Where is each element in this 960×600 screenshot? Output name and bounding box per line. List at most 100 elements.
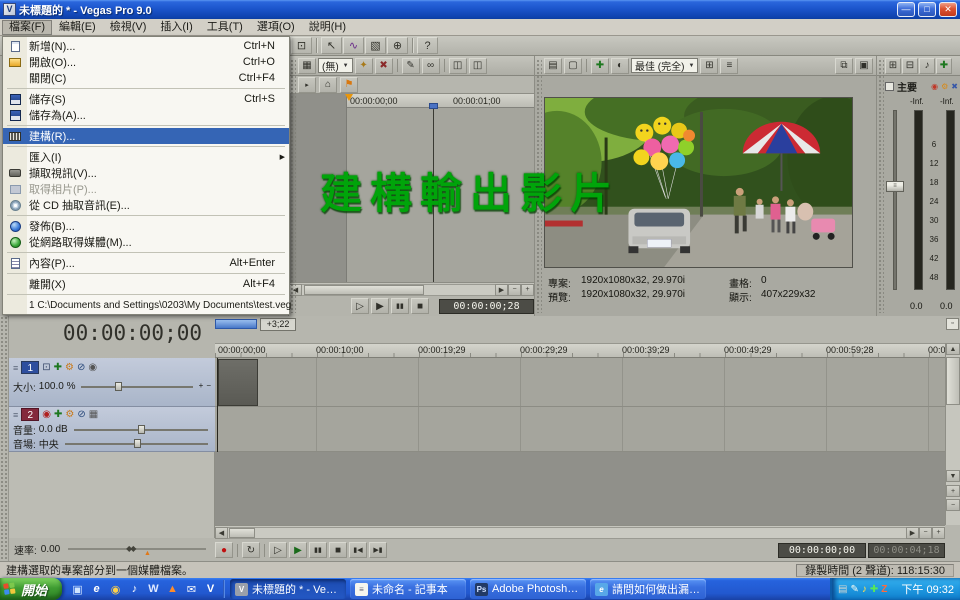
menu-item-import[interactable]: 匯入(I) ▶ [3, 149, 289, 165]
tray-volume-icon[interactable]: ♪ [862, 584, 867, 595]
menu-view[interactable]: 檢視(V) [103, 20, 154, 35]
zoom-out-icon[interactable]: − [206, 380, 211, 392]
taskbar-window-browser[interactable]: e 請問如何做出漏格... [590, 579, 706, 599]
menu-item-capture-video[interactable]: 擷取視訊(V)... [3, 165, 289, 181]
track-drag-handle[interactable]: ≡ [13, 410, 18, 420]
cursor-position-timecode[interactable]: 00:00:00;00 [778, 543, 866, 558]
insert-fx-icon[interactable]: ⊟ [902, 58, 918, 74]
external-monitor-icon[interactable]: ▢ [564, 58, 582, 74]
track-1-number[interactable]: 1 [21, 361, 39, 374]
trimmer-playhead-handle[interactable] [429, 103, 438, 109]
stop-button[interactable]: ■ [329, 542, 347, 558]
scrollbar-thumb[interactable] [946, 357, 960, 405]
taskbar-window-vegas[interactable]: V 未標題的 * - Vegas P... [230, 579, 346, 599]
menu-file[interactable]: 檔案(F) [2, 20, 52, 35]
menu-item-new[interactable]: 新增(N)... Ctrl+N [3, 38, 289, 54]
volume-slider[interactable] [74, 425, 208, 434]
minimize-button[interactable]: — [897, 2, 915, 17]
split-screen-icon[interactable]: ◐ [611, 58, 629, 74]
track-2-number[interactable]: 2 [21, 408, 39, 421]
menu-item-open[interactable]: 開啟(O)... Ctrl+O [3, 54, 289, 70]
menu-tools[interactable]: 工具(T) [200, 20, 250, 35]
menu-item-get-photo[interactable]: 取得相片(P)... [3, 181, 289, 197]
pan-value[interactable]: 中央 [39, 436, 59, 451]
stop-button[interactable]: ■ [411, 298, 429, 314]
menu-insert[interactable]: 插入(I) [153, 20, 199, 35]
menu-edit[interactable]: 編輯(E) [52, 20, 103, 35]
track-drag-handle[interactable]: ≡ [13, 363, 18, 373]
scroll-right-icon[interactable]: ▶ [495, 284, 508, 296]
rate-slider[interactable]: ◆◆ ▲ [68, 543, 206, 555]
master-fader-handle[interactable]: ≡ [886, 181, 904, 192]
internet-explorer-icon[interactable]: e [88, 581, 105, 598]
zoom-in-icon[interactable]: + [932, 527, 945, 539]
record-button[interactable]: ● [215, 542, 233, 558]
play-button[interactable]: ▶ [289, 542, 307, 558]
zoom-in-icon[interactable]: + [199, 380, 204, 392]
start-button[interactable]: 開始 [0, 578, 62, 600]
tray-device-icon[interactable]: ▤ [838, 584, 847, 595]
pause-button[interactable]: ▮▮ [309, 542, 327, 558]
menu-item-get-media-web[interactable]: 從網路取得媒體(M)... [3, 234, 289, 250]
menu-item-close[interactable]: 關閉(C) Ctrl+F4 [3, 70, 289, 86]
normal-edit-tool-button[interactable]: ↖ [321, 37, 342, 54]
edit-cursor[interactable] [217, 358, 218, 452]
track-fx-button[interactable]: ✚ [54, 362, 62, 374]
scrollbar-thumb[interactable] [304, 285, 424, 295]
vegas-shortcut-icon[interactable]: V [202, 581, 219, 598]
go-to-end-button[interactable]: ▶▮ [369, 542, 387, 558]
scroll-down-icon[interactable]: ▼ [946, 470, 960, 482]
mark-out-icon[interactable]: ◫ [469, 58, 487, 74]
timeline-timecode-display[interactable]: 00:00:00;00 [10, 320, 212, 346]
overlay-add-icon[interactable]: ✚ [591, 58, 609, 74]
timeline-empty-area[interactable] [215, 452, 945, 525]
ignore-grouping-button[interactable]: ⊡ [291, 37, 312, 54]
zoom-in-vertical-icon[interactable]: + [946, 485, 960, 497]
save-frame-icon[interactable]: ▣ [855, 58, 873, 74]
music-app-icon[interactable]: ♪ [126, 581, 143, 598]
tray-antivirus-icon[interactable]: ✚ [870, 584, 878, 595]
phase-button[interactable]: ▦ [89, 409, 98, 421]
link-icon[interactable]: ∞ [422, 58, 440, 74]
menu-help[interactable]: 說明(H) [302, 20, 353, 35]
speaker-icon[interactable]: ♪ [919, 58, 935, 74]
zoom-edit-tool-button[interactable]: ⊕ [387, 37, 408, 54]
remove-icon[interactable]: ✖ [375, 58, 393, 74]
panel-grip[interactable] [290, 59, 296, 313]
track-motion-button[interactable]: ⊡ [42, 362, 50, 374]
close-button[interactable]: ✕ [939, 2, 957, 17]
track-1-header[interactable]: ≡ 1 ⊡ ✚ ⚙ ⊘ ◉ 大小: 100.0 % + − [9, 358, 215, 407]
record-bus-icon[interactable]: ◉ [931, 82, 938, 91]
scroll-right-icon[interactable]: ▶ [906, 527, 919, 539]
trimmer-history-dropdown[interactable]: (無) ▼ [318, 58, 353, 73]
automation-settings-button[interactable]: ⚙ [65, 409, 74, 421]
wand-icon[interactable]: ✦ [355, 58, 373, 74]
menu-item-save-as[interactable]: 儲存為(A)... [3, 107, 289, 123]
tray-pen-icon[interactable]: ✎ [850, 584, 858, 595]
add-bus-icon[interactable]: ✚ [936, 58, 952, 74]
menu-item-recent-file[interactable]: 1 C:\Documents and Settings\0203\My Docu… [3, 297, 289, 313]
menu-options[interactable]: 選項(O) [250, 20, 302, 35]
automation-settings-button[interactable]: ⚙ [65, 362, 74, 374]
app-icon[interactable]: V [3, 3, 16, 16]
maximize-button[interactable]: □ [918, 2, 936, 17]
taskbar-clock[interactable]: 下午 09:32 [901, 581, 954, 597]
audio-track-row[interactable] [215, 407, 945, 452]
play-from-start-button[interactable]: ▷ [269, 542, 287, 558]
mute-button[interactable]: ⊘ [77, 362, 85, 374]
timeline-corner-button[interactable]: ▫ [946, 318, 959, 330]
track-size-value[interactable]: 100.0 % [39, 381, 76, 392]
menu-item-exit[interactable]: 離開(X) Alt+F4 [3, 276, 289, 292]
show-desktop-icon[interactable]: ▣ [69, 581, 86, 598]
panel-grip[interactable] [878, 59, 884, 313]
volume-value[interactable]: 0.0 dB [39, 424, 68, 435]
pencil-icon[interactable]: ✎ [402, 58, 420, 74]
trimmer-timecode[interactable]: 00:00:00;28 [439, 299, 534, 314]
copy-frame-icon[interactable]: ⧉ [835, 58, 853, 74]
scrollbar-thumb[interactable] [229, 528, 255, 538]
rate-value[interactable]: 0.00 [41, 544, 60, 555]
scroll-left-icon[interactable]: ◀ [215, 527, 228, 539]
scrollbar-track[interactable] [228, 527, 906, 539]
loop-playback-button[interactable]: ↻ [242, 542, 260, 558]
mute-button[interactable]: ⊘ [77, 409, 85, 421]
